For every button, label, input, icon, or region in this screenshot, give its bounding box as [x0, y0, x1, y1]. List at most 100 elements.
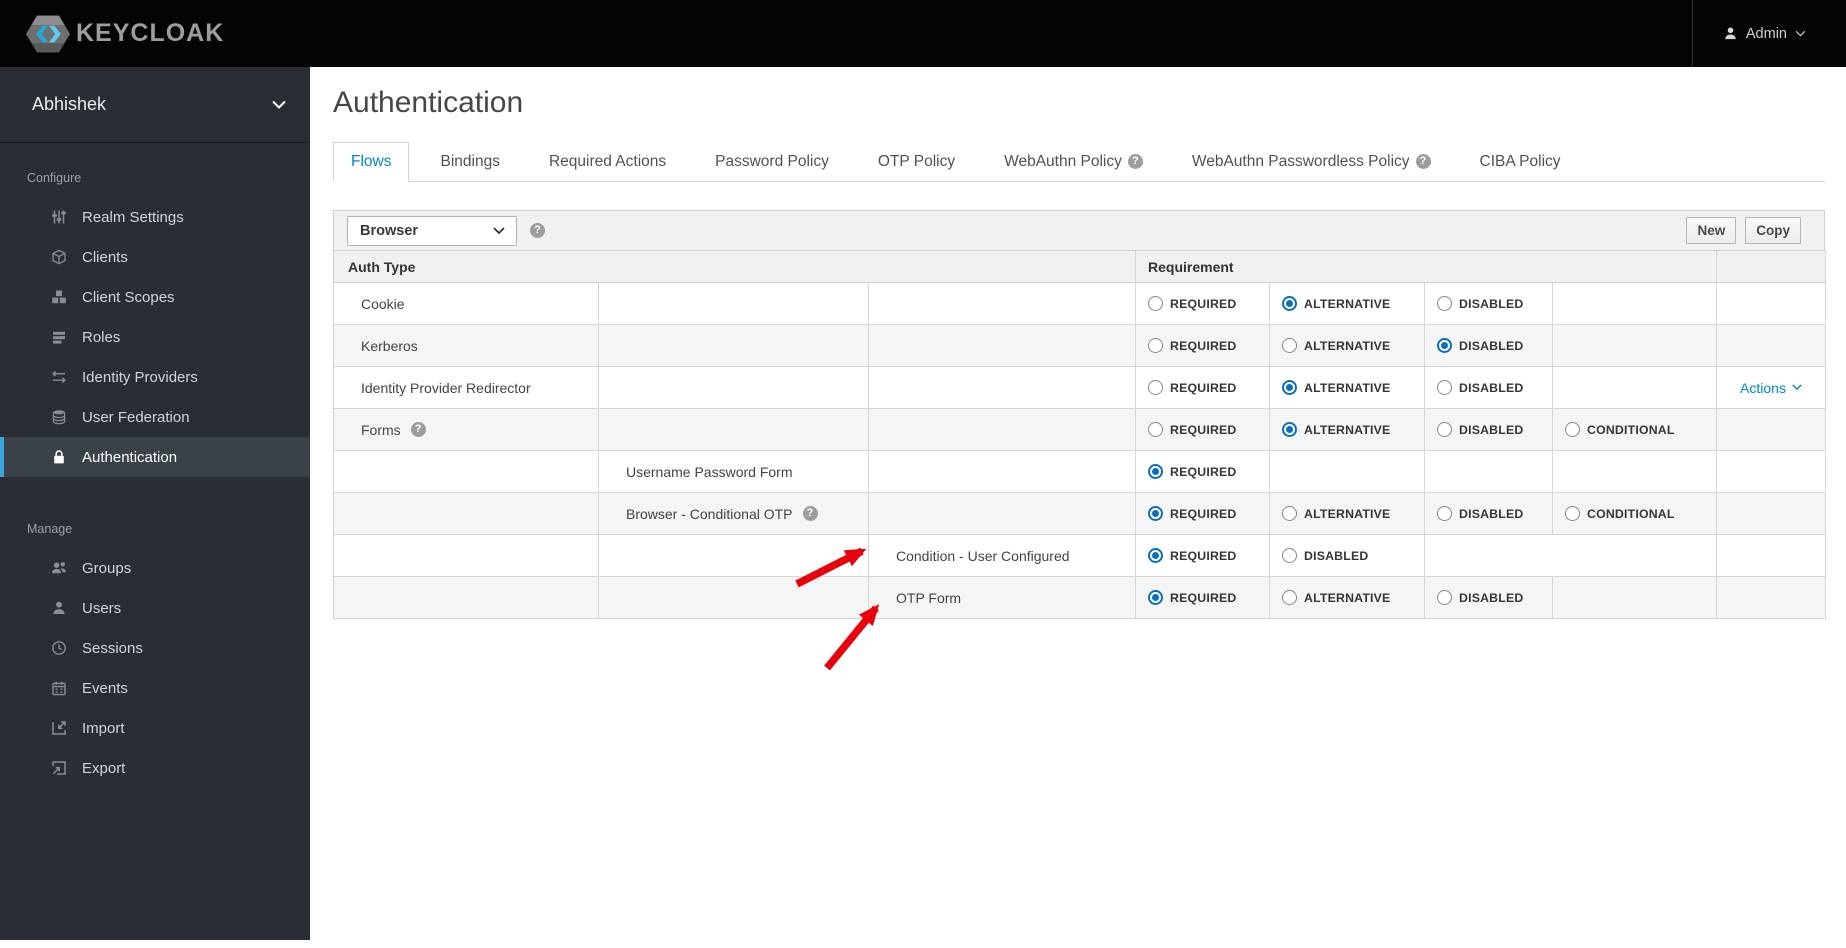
requirement-radio-required[interactable] — [1148, 338, 1163, 353]
auth-type-label: OTP Form — [896, 589, 962, 606]
requirement-cell: CONDITIONAL — [1553, 409, 1717, 451]
requirement-radio-required[interactable] — [1148, 422, 1163, 437]
sidebar-item-users[interactable]: Users — [0, 588, 310, 628]
requirement-header: Requirement — [1136, 251, 1717, 283]
tab-label: CIBA Policy — [1479, 152, 1561, 170]
chevron-down-icon — [1795, 30, 1806, 37]
tab-label: Password Policy — [715, 152, 829, 170]
tab-otp-policy[interactable]: OTP Policy — [860, 142, 973, 181]
section-label: Manage — [27, 522, 73, 536]
actions-dropdown[interactable]: Actions — [1740, 380, 1802, 396]
empty-cell — [599, 325, 869, 367]
requirement-option-label: REQUIRED — [1170, 590, 1237, 605]
requirement-radio-disabled[interactable] — [1437, 296, 1452, 311]
requirement-option: CONDITIONAL — [1553, 422, 1675, 437]
requirement-radio-disabled[interactable] — [1437, 590, 1452, 605]
requirement-radio-disabled[interactable] — [1437, 380, 1452, 395]
requirement-cell: REQUIRED — [1136, 367, 1270, 409]
tab-password-policy[interactable]: Password Policy — [697, 142, 847, 181]
requirement-radio-disabled[interactable] — [1437, 422, 1452, 437]
auth-type-label: Identity Provider Redirector — [361, 379, 531, 396]
top-bar: KEYCLOAK Admin — [0, 0, 1846, 67]
tab-ciba-policy[interactable]: CIBA Policy — [1462, 142, 1579, 181]
sidebar-item-realm-settings[interactable]: Realm Settings — [0, 197, 310, 237]
tab-required-actions[interactable]: Required Actions — [531, 142, 684, 181]
requirement-radio-disabled[interactable] — [1437, 338, 1452, 353]
requirement-option-label: CONDITIONAL — [1587, 506, 1675, 521]
requirement-radio-required[interactable] — [1148, 548, 1163, 563]
realm-name: Abhishek — [32, 94, 107, 114]
requirement-radio-alternative[interactable] — [1282, 338, 1297, 353]
sidebar-item-label: Users — [82, 599, 122, 617]
empty-cell — [1425, 535, 1717, 577]
actions-cell — [1717, 325, 1826, 367]
empty-cell — [1553, 367, 1717, 409]
requirement-radio-alternative[interactable] — [1282, 590, 1297, 605]
requirement-radio-required[interactable] — [1148, 380, 1163, 395]
requirement-cell: ALTERNATIVE — [1270, 367, 1425, 409]
requirement-radio-alternative[interactable] — [1282, 422, 1297, 437]
requirement-radio-disabled[interactable] — [1437, 506, 1452, 521]
keycloak-logo[interactable]: KEYCLOAK — [26, 15, 224, 53]
requirement-radio-required[interactable] — [1148, 296, 1163, 311]
requirement-cell: DISABLED — [1425, 577, 1553, 619]
sidebar-item-user-federation[interactable]: User Federation — [0, 397, 310, 437]
tab-webauthn-passwordless-policy[interactable]: WebAuthn Passwordless Policy? — [1174, 142, 1449, 181]
help-icon[interactable]: ? — [530, 223, 545, 238]
sidebar-item-groups[interactable]: Groups — [0, 548, 310, 588]
tab-bindings[interactable]: Bindings — [422, 142, 517, 181]
empty-cell — [869, 367, 1136, 409]
requirement-option: DISABLED — [1425, 296, 1523, 311]
sidebar-item-client-scopes[interactable]: Client Scopes — [0, 277, 310, 317]
requirement-radio-alternative[interactable] — [1282, 506, 1297, 521]
tab-label: Bindings — [440, 152, 500, 170]
tab-webauthn-policy[interactable]: WebAuthn Policy? — [986, 142, 1161, 181]
logo-text: KEYCLOAK — [76, 19, 225, 47]
realm-selector[interactable]: Abhishek — [0, 67, 310, 143]
requirement-option-label: REQUIRED — [1170, 422, 1237, 437]
requirement-cell: REQUIRED — [1136, 451, 1270, 493]
actions-cell — [1717, 451, 1826, 493]
sidebar-item-roles[interactable]: Roles — [0, 317, 310, 357]
requirement-option: REQUIRED — [1136, 422, 1237, 437]
copy-button[interactable]: Copy — [1745, 217, 1801, 244]
database-icon — [48, 409, 70, 425]
empty-cell — [869, 283, 1136, 325]
actions-cell — [1717, 409, 1826, 451]
tab-bar: Flows Bindings Required Actions Password Po… — [333, 142, 1825, 182]
requirement-option: REQUIRED — [1136, 380, 1237, 395]
flow-select-value: Browser — [360, 222, 419, 239]
requirement-radio-required[interactable] — [1148, 464, 1163, 479]
sidebar-item-events[interactable]: Events — [0, 668, 310, 708]
new-button[interactable]: New — [1686, 217, 1737, 244]
requirement-cell: DISABLED — [1425, 367, 1553, 409]
flow-select[interactable]: Browser — [347, 215, 517, 246]
requirement-radio-alternative[interactable] — [1282, 380, 1297, 395]
sidebar-item-clients[interactable]: Clients — [0, 237, 310, 277]
sidebar-item-sessions[interactable]: Sessions — [0, 628, 310, 668]
sidebar-item-authentication[interactable]: Authentication — [0, 437, 310, 477]
requirement-radio-disabled[interactable] — [1282, 548, 1297, 563]
empty-cell — [869, 409, 1136, 451]
empty-cell — [599, 409, 869, 451]
requirement-radio-conditional[interactable] — [1565, 506, 1580, 521]
requirement-cell: DISABLED — [1425, 325, 1553, 367]
sidebar-item-export[interactable]: Export — [0, 748, 310, 788]
admin-user-menu[interactable]: Admin — [1691, 0, 1846, 67]
tab-flows[interactable]: Flows — [333, 142, 410, 182]
actions-label: Actions — [1740, 379, 1786, 396]
sidebar-item-import[interactable]: Import — [0, 708, 310, 748]
requirement-radio-alternative[interactable] — [1282, 296, 1297, 311]
user-icon — [1723, 26, 1738, 41]
requirement-radio-required[interactable] — [1148, 506, 1163, 521]
requirement-option: DISABLED — [1425, 422, 1523, 437]
actions-header — [1717, 251, 1826, 283]
question-icon: ? — [1415, 154, 1431, 169]
requirement-radio-required[interactable] — [1148, 590, 1163, 605]
empty-cell — [599, 283, 869, 325]
requirement-radio-conditional[interactable] — [1565, 422, 1580, 437]
requirement-option: ALTERNATIVE — [1270, 296, 1390, 311]
sidebar-item-identity-providers[interactable]: Identity Providers — [0, 357, 310, 397]
sidebar-item-label: Groups — [82, 559, 132, 577]
sidebar-item-label: Authentication — [82, 448, 178, 466]
